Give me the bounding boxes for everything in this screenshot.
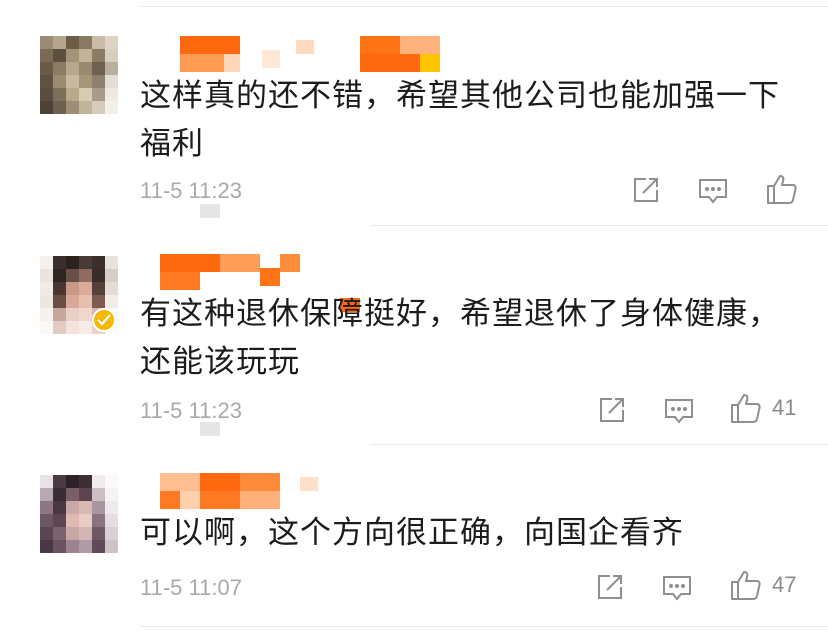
username-redacted[interactable]: [160, 473, 330, 509]
share-button[interactable]: [598, 396, 626, 424]
comment-icon: [663, 576, 691, 601]
avatar[interactable]: [40, 475, 118, 553]
like-count: 41: [772, 395, 797, 420]
like-count: 47: [772, 572, 797, 597]
comment-item: 这样真的还不错，希望其他公司也能加强一下 福利 11-5 11:23: [0, 0, 828, 225]
reply-button[interactable]: [662, 574, 692, 602]
share-button[interactable]: [596, 573, 624, 601]
comment-time: 11-5 11:23: [140, 398, 242, 423]
share-button[interactable]: [632, 176, 660, 204]
share-icon: [634, 178, 658, 202]
comment-time: 11-5 11:07: [140, 575, 242, 600]
username-redacted[interactable]: [180, 36, 480, 72]
avatar[interactable]: [40, 36, 118, 114]
comment-icon: [665, 399, 693, 424]
like-button[interactable]: [766, 173, 808, 205]
bottom-divider: [140, 626, 828, 627]
share-icon: [598, 575, 622, 599]
share-icon: [600, 398, 624, 422]
reply-button[interactable]: [698, 177, 728, 205]
meta-redacted: [200, 204, 220, 218]
comment-time: 11-5 11:23: [140, 178, 242, 203]
meta-redacted: [200, 422, 220, 436]
comment-text-line: 可以啊，这个方向很正确，向国企看齐: [140, 515, 684, 551]
comment-text: 有这种退休保障挺好，希望退休了身体健康， 还能该玩玩: [140, 290, 800, 386]
comment-text: 可以啊，这个方向很正确，向国企看齐: [140, 509, 800, 557]
like-button[interactable]: 41: [730, 392, 796, 424]
comment-icon: [699, 179, 727, 204]
username-redacted[interactable]: [160, 254, 380, 312]
thumbs-up-icon: [731, 571, 761, 600]
like-button[interactable]: 47: [730, 569, 796, 601]
comment-text-line: 有这种退休保障挺好，希望退休了身体健康，: [140, 296, 780, 332]
verified-badge-icon: [92, 308, 116, 332]
comment-item: 可以啊，这个方向很正确，向国企看齐 11-5 11:07 47: [0, 445, 828, 631]
thumbs-up-icon: [731, 394, 761, 423]
reply-button[interactable]: [664, 397, 694, 425]
comment-text: 这样真的还不错，希望其他公司也能加强一下 福利: [140, 72, 800, 168]
comment-text-line: 福利: [140, 126, 204, 162]
comment-item: 有这种退休保障挺好，希望退休了身体健康， 还能该玩玩 11-5 11:23 41: [0, 226, 828, 444]
comment-text-line: 还能该玩玩: [140, 344, 300, 380]
thumbs-up-icon: [767, 175, 797, 204]
comment-text-line: 这样真的还不错，希望其他公司也能加强一下: [140, 78, 780, 114]
